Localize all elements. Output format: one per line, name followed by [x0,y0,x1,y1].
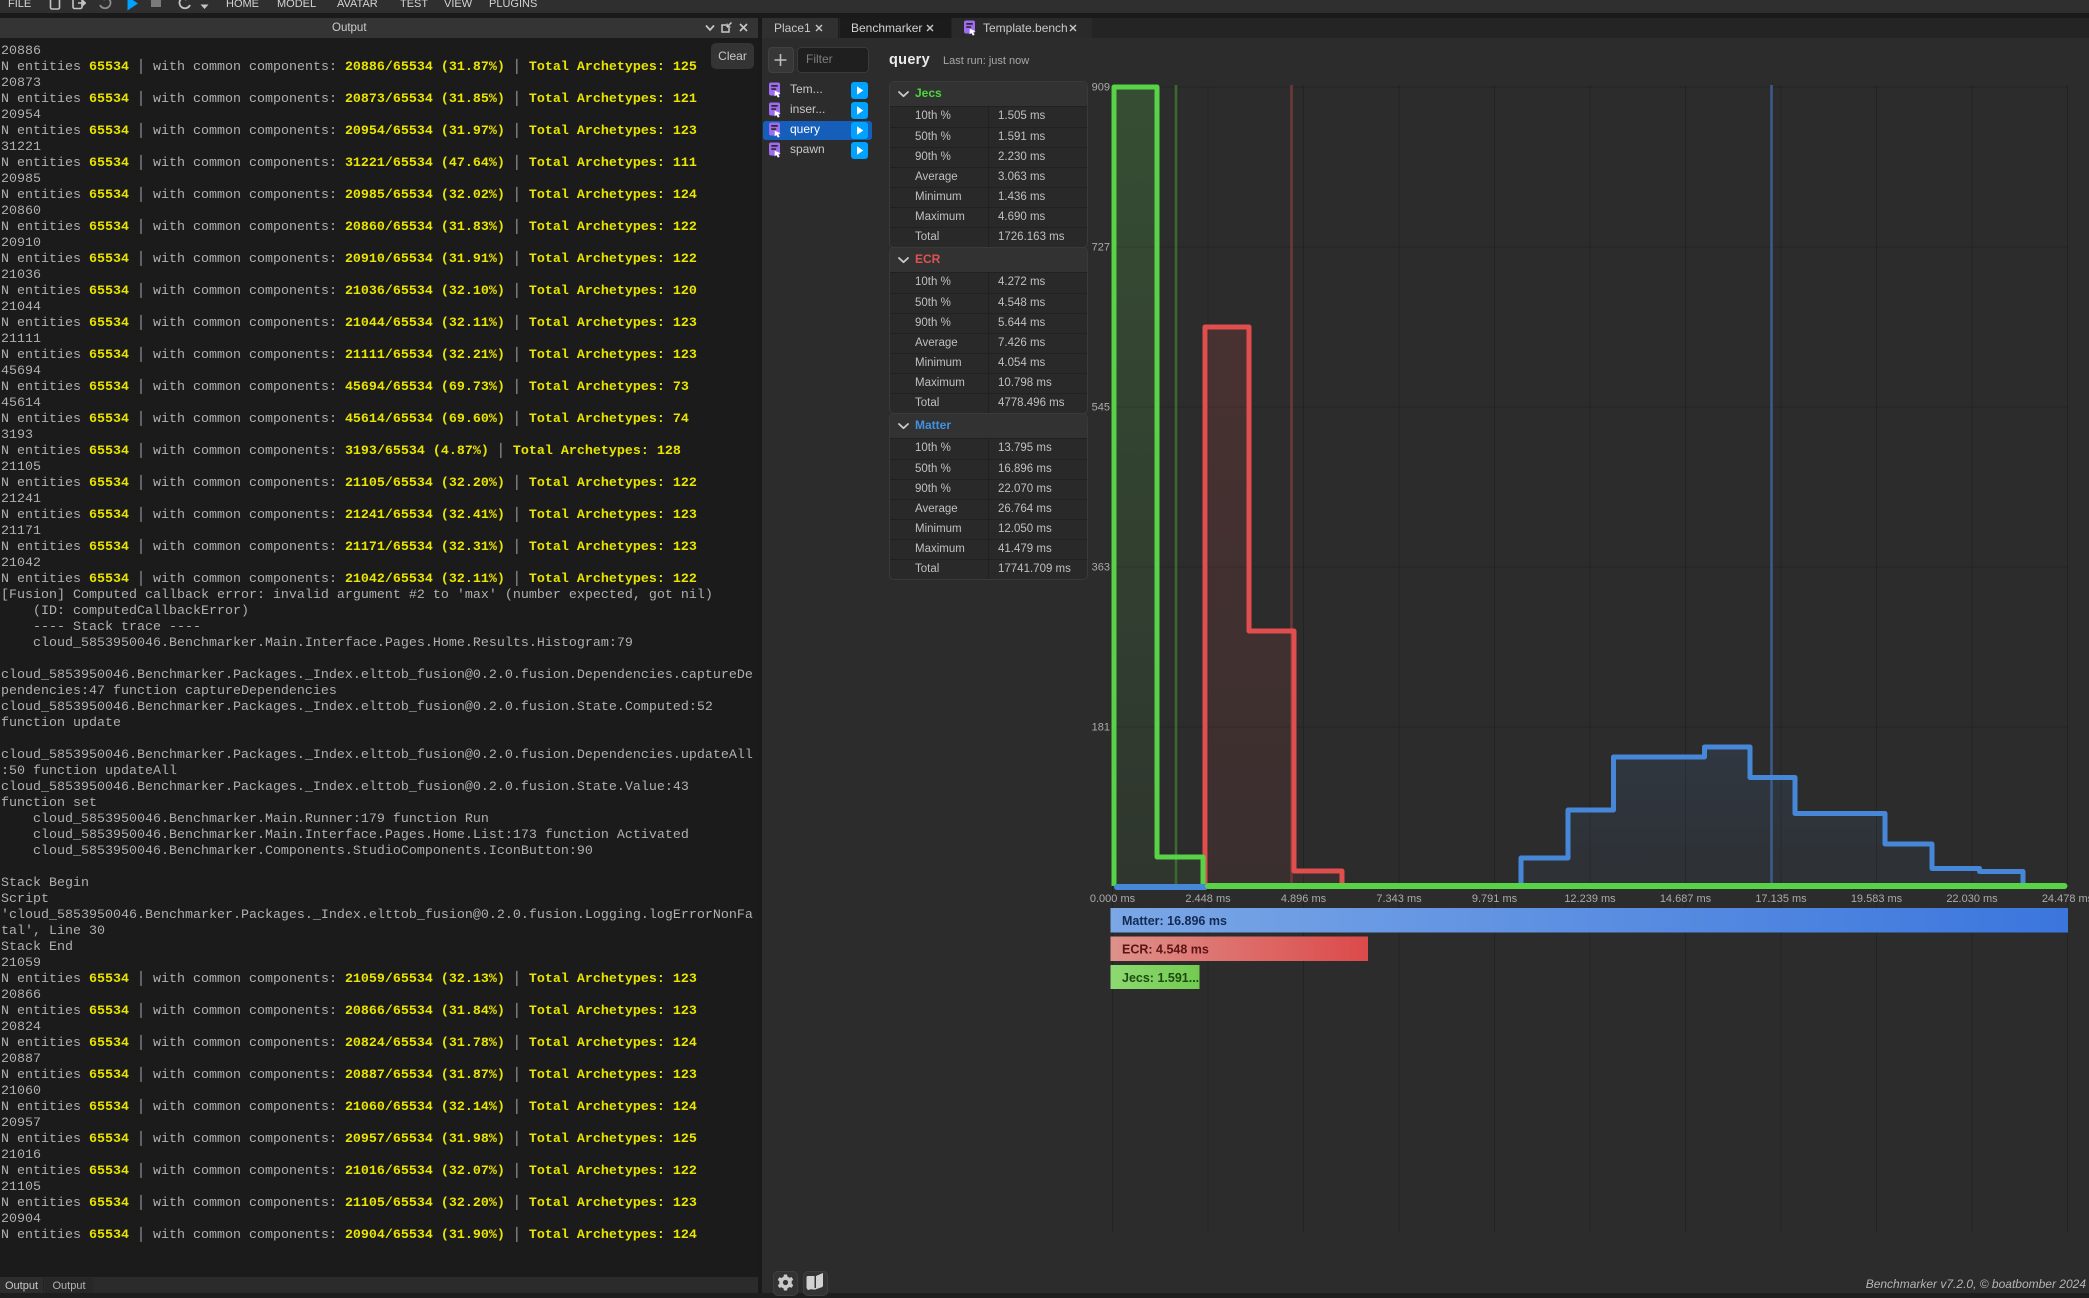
svg-text:24.478 ms: 24.478 ms [2042,893,2089,905]
svg-text:181: 181 [1092,722,1110,734]
svg-text:4.896 ms: 4.896 ms [1281,893,1327,905]
svg-text:7.343 ms: 7.343 ms [1376,893,1422,905]
svg-text:ECR: 4.548 ms: ECR: 4.548 ms [1122,943,1209,957]
svg-text:727: 727 [1092,242,1110,254]
svg-text:545: 545 [1092,402,1110,414]
svg-text:14.687 ms: 14.687 ms [1660,893,1712,905]
svg-text:0.000 ms: 0.000 ms [1090,893,1136,905]
svg-text:363: 363 [1092,562,1110,574]
svg-text:22.030 ms: 22.030 ms [1946,893,1998,905]
svg-text:12.239 ms: 12.239 ms [1564,893,1616,905]
svg-text:909: 909 [1092,82,1110,94]
svg-text:2.448 ms: 2.448 ms [1185,893,1231,905]
svg-text:17.135 ms: 17.135 ms [1755,893,1807,905]
svg-text:9.791 ms: 9.791 ms [1472,893,1518,905]
svg-text:Jecs: 1.591...: Jecs: 1.591... [1122,971,1199,985]
svg-text:Matter: 16.896 ms: Matter: 16.896 ms [1122,914,1227,928]
svg-text:19.583 ms: 19.583 ms [1851,893,1903,905]
